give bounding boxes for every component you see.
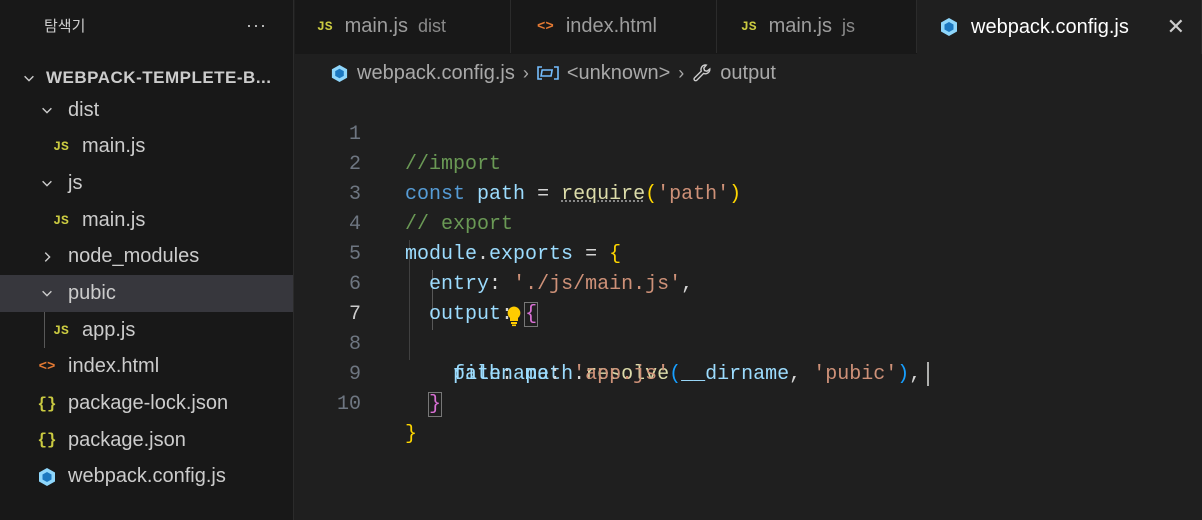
breadcrumb-file[interactable]: webpack.config.js [330,62,515,85]
tree-file-package-json[interactable]: {} package.json [0,422,293,459]
explorer-title: 탐색기 [44,17,86,35]
explorer-sidebar: 탐색기 ··· WEBPACK-TEMPLETE-B... dist JS ma… [0,0,294,520]
explorer-header: 탐색기 ··· [0,0,293,50]
tree-file-js-main-js[interactable]: JS main.js [0,202,293,239]
tree-item-label: js [68,171,83,194]
code-text: } [405,423,418,446]
tab-webpack-config[interactable]: webpack.config.js ✕ [917,0,1202,54]
code-line-8: 8 filename: 'app.js' [295,300,1202,386]
webpack-icon [330,64,349,83]
line-number: 10 [336,393,361,416]
chevron-right-icon: › [678,62,685,83]
breadcrumb-file-label: webpack.config.js [357,61,515,84]
javascript-file-icon: JS [741,19,757,34]
chevron-right-icon: › [522,62,529,83]
tree-folder-dist[interactable]: dist [0,92,293,129]
json-file-icon: {} [37,394,57,413]
variable-symbol-icon [537,65,559,81]
tab-label: main.js [768,15,832,37]
javascript-file-icon: JS [53,212,69,228]
code-line-5: 5 entry: './js/main.js', [295,210,1202,296]
tree-item-label: webpack.config.js [68,465,226,488]
tree-item-label: main.js [82,135,146,158]
tab-description: js [841,16,855,36]
tree-item-label: node_modules [68,245,200,268]
vscode-window: 탐색기 ··· WEBPACK-TEMPLETE-B... dist JS ma… [0,0,1202,520]
code-text: } [428,392,443,417]
tree-item-label: package.json [68,428,186,451]
tab-index-html[interactable]: <> index.html [511,0,717,53]
more-actions-icon[interactable]: ··· [246,15,267,36]
javascript-file-icon: JS [53,139,69,155]
indent-guide [44,311,45,348]
breadcrumb-property-label: output [720,61,776,84]
tree-item-label: pubic [68,281,116,304]
breadcrumb-symbol-label: <unknown> [566,61,671,84]
tab-description: dist [417,16,446,36]
tab-label: webpack.config.js [971,15,1129,38]
webpack-icon [939,17,959,37]
code-line-7: 7 path: path.resolve(__dirname, 'pubic')… [295,270,1202,386]
tree-folder-node-modules[interactable]: node_modules [0,238,293,275]
wrench-icon [692,63,712,83]
file-tree: WEBPACK-TEMPLETE-B... dist JS main.js js… [0,55,293,495]
lightbulb-icon[interactable] [408,275,521,327]
chevron-down-icon [20,69,38,87]
chevron-down-icon [38,284,56,302]
code-line-9: 9 } [295,330,1202,417]
code-line-4: 4 module.exports = { [295,180,1202,266]
tab-label: main.js [344,15,408,37]
tree-folder-js[interactable]: js [0,165,293,202]
code-line-2: 2 const path = require('path') [295,120,1202,206]
webpack-icon [36,466,58,488]
tab-dist-main-js[interactable]: JS main.js dist [295,0,511,53]
code-editor[interactable]: 1 //import 2 const path = require('path'… [295,90,1202,520]
code-line-1: 1 //import [295,90,1202,176]
json-file-icon: {} [37,431,57,450]
tree-item-label: index.html [68,355,160,378]
tree-item-label: app.js [82,318,136,341]
root-folder-label: WEBPACK-TEMPLETE-B... [46,68,272,88]
html-file-icon: <> [537,18,554,35]
javascript-file-icon: JS [53,322,69,338]
code-line-6: 6 output: { [295,240,1202,327]
tab-label: index.html [565,15,657,37]
tree-file-webpack-config[interactable]: webpack.config.js [0,459,293,496]
tree-file-dist-main-js[interactable]: JS main.js [0,128,293,165]
breadcrumb-property[interactable]: output [692,62,776,85]
breadcrumb-symbol[interactable]: <unknown> [537,62,670,85]
html-file-icon: <> [38,358,56,375]
tree-file-index-html[interactable]: <> index.html [0,349,293,386]
chevron-down-icon [38,174,56,192]
tab-js-main-js[interactable]: JS main.js js [717,0,917,53]
code-line-3: 3 // export [295,150,1202,236]
tree-file-app-js[interactable]: JS app.js [0,311,293,349]
tree-folder-pubic[interactable]: pubic [0,275,293,312]
chevron-right-icon [38,248,56,266]
tree-item-label: main.js [82,208,146,231]
tree-item-label: package-lock.json [68,392,229,415]
chevron-down-icon [38,101,56,119]
code-line-10: 10 } [295,360,1202,446]
tree-item-label: dist [68,98,100,121]
javascript-file-icon: JS [317,19,333,34]
editor-tabs: JS main.js dist <> index.html JS main.js… [295,0,1202,54]
tree-file-package-lock-json[interactable]: {} package-lock.json [0,385,293,422]
breadcrumb: webpack.config.js › <unknown> › output [330,58,776,88]
close-icon[interactable]: ✕ [1167,14,1185,40]
